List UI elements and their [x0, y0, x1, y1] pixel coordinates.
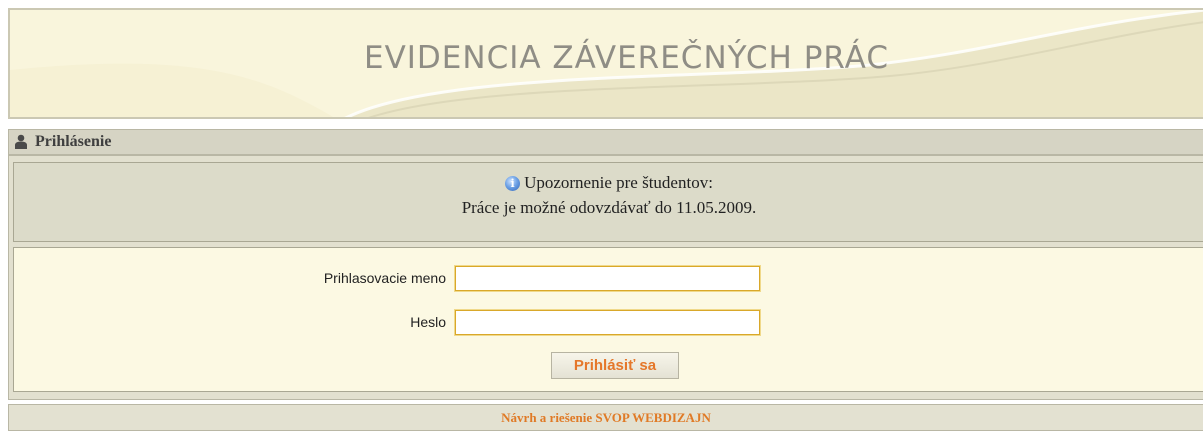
info-icon: i: [505, 176, 521, 191]
login-button[interactable]: Prihlásiť sa: [551, 352, 679, 379]
user-icon: [15, 134, 27, 149]
login-panel-title: Prihlásenie: [35, 133, 112, 150]
notice-heading-line: i Upozornenie pre študentov:: [14, 173, 1203, 193]
login-panel-header: Prihlásenie: [8, 129, 1203, 155]
password-input[interactable]: [454, 309, 761, 336]
notice-heading: Upozornenie pre študentov:: [524, 173, 713, 192]
password-label: Heslo: [410, 314, 446, 330]
footer-bar: Návrh a riešenie SVOP WEBDIZAJN: [8, 404, 1203, 431]
header-banner: EVIDENCIA ZÁVEREČNÝCH PRÁC: [8, 8, 1203, 119]
login-panel-body: i Upozornenie pre študentov: Práce je mož…: [8, 155, 1203, 400]
username-input[interactable]: [454, 265, 761, 292]
notice-message: Práce je možné odovzdávať do 11.05.2009.: [461, 198, 757, 217]
site-title: EVIDENCIA ZÁVEREČNÝCH PRÁC: [364, 40, 889, 76]
student-notice: i Upozornenie pre študentov: Práce je mož…: [13, 162, 1203, 242]
footer-credit: Návrh a riešenie SVOP WEBDIZAJN: [501, 410, 711, 425]
page-frame: EVIDENCIA ZÁVEREČNÝCH PRÁC Prihlásenie i…: [8, 8, 1203, 431]
username-label: Prihlasovacie meno: [323, 270, 446, 286]
login-form: Prihlasovacie meno Heslo Prihlásiť sa: [13, 247, 1203, 392]
